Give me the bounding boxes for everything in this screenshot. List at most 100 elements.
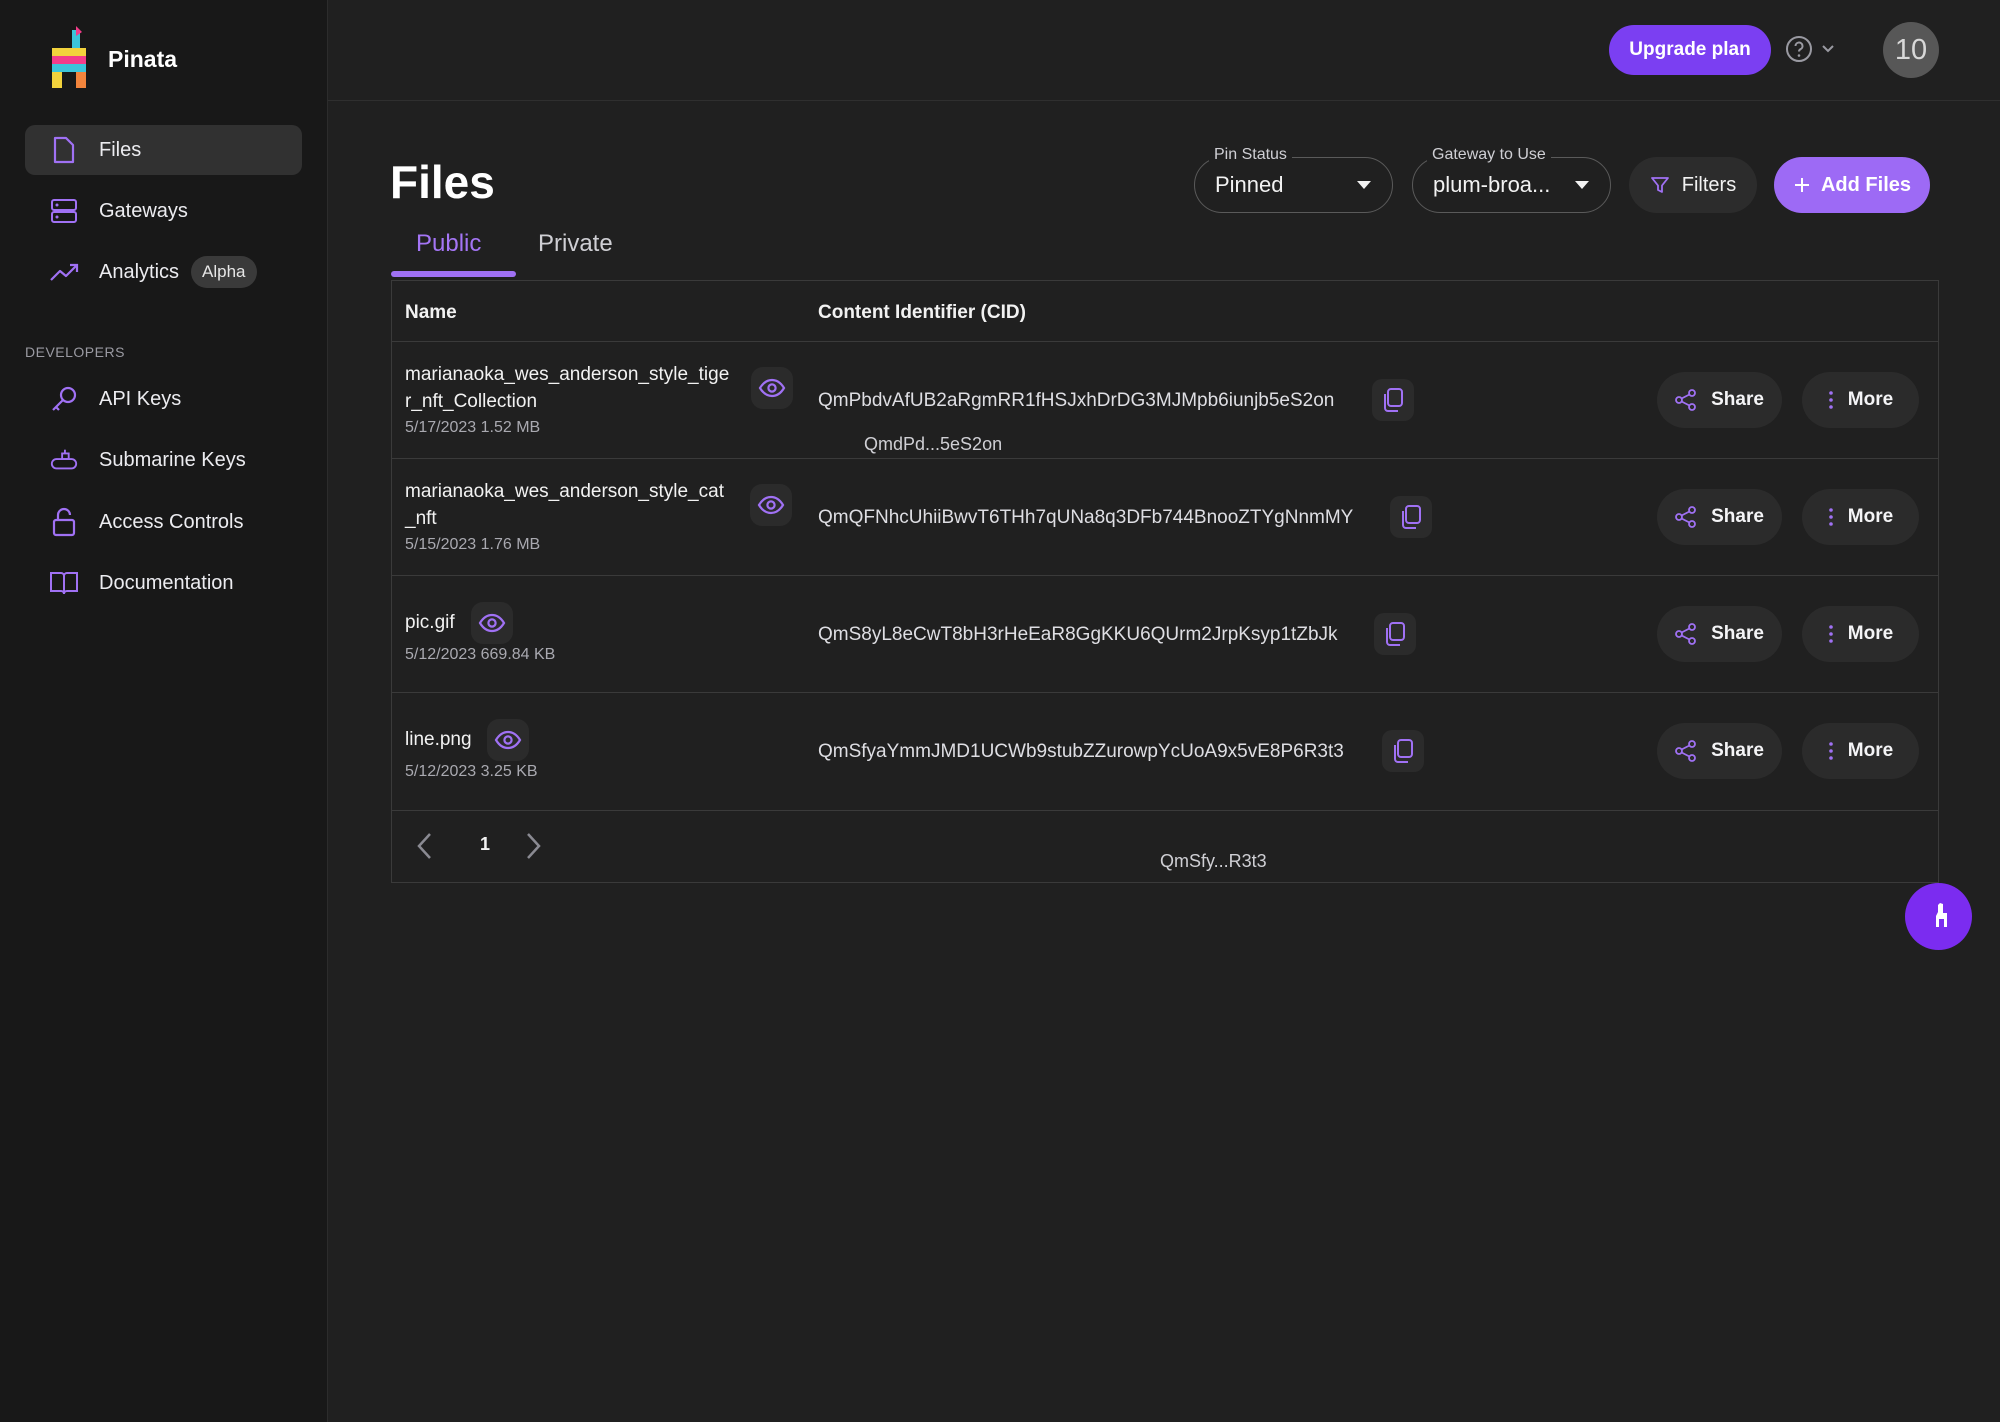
sidebar-item-api-keys[interactable]: API Keys	[25, 374, 302, 424]
sidebar-item-label: Analytics	[99, 260, 180, 283]
cid-tooltip: QmdPd...5eS2on	[864, 434, 1003, 454]
cid-value[interactable]: QmSfyaYmmJMD1UCWb9stubZZurowpYcUoA9x5vE8…	[818, 741, 1344, 763]
more-button[interactable]: More	[1802, 489, 1919, 545]
row-divider	[391, 341, 1939, 342]
current-page[interactable]: 1	[480, 834, 490, 855]
more-vertical-icon	[1828, 741, 1834, 761]
sidebar-item-documentation[interactable]: Documentation	[25, 558, 302, 608]
active-tab-indicator	[391, 271, 516, 277]
more-button[interactable]: More	[1802, 606, 1919, 662]
more-button[interactable]: More	[1802, 723, 1919, 779]
file-name-line1[interactable]: marianaoka_wes_anderson_style_cat	[405, 478, 724, 505]
help-chat-button[interactable]	[1905, 883, 1972, 950]
avatar[interactable]: 10	[1883, 22, 1939, 78]
copy-cid-button[interactable]	[1372, 379, 1414, 421]
file-meta: 5/12/2023 669.84 KB	[405, 646, 556, 663]
copy-icon	[1392, 738, 1414, 764]
copy-icon	[1384, 621, 1406, 647]
file-name[interactable]: pic.gif	[405, 609, 455, 636]
chevron-down-icon	[1821, 44, 1835, 54]
trend-icon	[49, 257, 79, 287]
sidebar-item-submarine-keys[interactable]: Submarine Keys	[25, 435, 302, 485]
brand-name: Pinata	[108, 45, 178, 72]
pin-status-label: Pin Status	[1209, 146, 1292, 164]
submarine-icon	[49, 445, 79, 475]
help-menu[interactable]	[1785, 35, 1835, 63]
more-vertical-icon	[1828, 390, 1834, 410]
share-label: Share	[1711, 623, 1764, 644]
share-icon	[1675, 740, 1697, 762]
share-button[interactable]: Share	[1657, 606, 1782, 662]
copy-icon	[1400, 504, 1422, 530]
tab-public[interactable]: Public	[416, 230, 481, 258]
column-header-cid: Content Identifier (CID)	[818, 302, 1026, 323]
sidebar-item-gateways[interactable]: Gateways	[25, 186, 302, 236]
alpha-badge: Alpha	[191, 256, 257, 288]
copy-cid-button[interactable]	[1382, 730, 1424, 772]
eye-icon	[494, 730, 522, 750]
sidebar-item-label: Documentation	[99, 571, 234, 594]
file-name-line1[interactable]: marianaoka_wes_anderson_style_tige	[405, 361, 729, 388]
sidebar-item-files[interactable]: Files	[25, 125, 302, 175]
pin-status-select[interactable]: Pin Status Pinned	[1194, 146, 1393, 213]
more-vertical-icon	[1828, 507, 1834, 527]
more-label: More	[1847, 623, 1894, 644]
llama-icon	[1926, 900, 1952, 934]
file-meta: 5/15/2023 1.76 MB	[405, 536, 541, 553]
caret-down-icon	[1574, 180, 1590, 190]
row-divider	[391, 575, 1939, 576]
preview-button[interactable]	[750, 484, 792, 526]
chevron-left-icon	[414, 830, 436, 862]
file-name[interactable]: line.png	[405, 726, 472, 753]
share-icon	[1675, 623, 1697, 645]
key-icon	[49, 384, 79, 414]
gateway-select[interactable]: Gateway to Use plum-broa...	[1412, 146, 1611, 213]
more-button[interactable]: More	[1802, 372, 1919, 428]
lock-icon	[49, 507, 79, 537]
cid-value[interactable]: QmS8yL8eCwT8bH3rHeEaR8GgKKU6QUrm2JrpKsyp…	[818, 624, 1338, 646]
share-button[interactable]: Share	[1657, 372, 1782, 428]
chevron-right-icon	[522, 830, 544, 862]
share-button[interactable]: Share	[1657, 723, 1782, 779]
developers-section-label: DEVELOPERS	[25, 344, 125, 360]
sidebar-item-label: Access Controls	[99, 510, 244, 533]
previous-page-button[interactable]	[414, 830, 436, 862]
row-divider	[391, 458, 1939, 459]
filters-label: Filters	[1681, 173, 1737, 196]
copy-cid-button[interactable]	[1390, 496, 1432, 538]
cid-tooltip: QmSfy...R3t3	[1160, 851, 1267, 871]
file-name-line2[interactable]: r_nft_Collection	[405, 388, 537, 415]
more-label: More	[1847, 389, 1894, 410]
upgrade-plan-button[interactable]: Upgrade plan	[1609, 25, 1771, 75]
preview-button[interactable]	[487, 719, 529, 761]
pinata-logo-icon	[46, 26, 94, 92]
sidebar-item-analytics[interactable]: Analytics Alpha	[25, 247, 302, 297]
sidebar-item-label: Submarine Keys	[99, 448, 246, 471]
file-name-line2[interactable]: _nft	[405, 505, 437, 532]
add-files-label: Add Files	[1820, 173, 1911, 196]
page-title: Files	[390, 156, 495, 208]
sidebar-item-label: Files	[99, 138, 142, 161]
gateway-label: Gateway to Use	[1427, 146, 1551, 164]
copy-icon	[1382, 387, 1404, 413]
help-icon	[1785, 35, 1813, 63]
more-vertical-icon	[1828, 624, 1834, 644]
preview-button[interactable]	[471, 602, 513, 644]
column-header-name: Name	[405, 302, 457, 323]
filters-button[interactable]: Filters	[1629, 157, 1757, 213]
sidebar: Pinata Files Gateways Analytics Alpha DE…	[0, 0, 328, 1422]
share-button[interactable]: Share	[1657, 489, 1782, 545]
gateway-value: plum-broa...	[1433, 172, 1551, 197]
copy-cid-button[interactable]	[1374, 613, 1416, 655]
sidebar-item-access-controls[interactable]: Access Controls	[25, 497, 302, 547]
row-divider	[391, 692, 1939, 693]
preview-button[interactable]	[751, 367, 793, 409]
cid-value[interactable]: QmPbdvAfUB2aRgmRR1fHSJxhDrDG3MJMpb6iunjb…	[818, 390, 1334, 412]
cid-value[interactable]: QmQFNhcUhiiBwvT6THh7qUNa8q3DFb744BnooZTY…	[818, 507, 1353, 529]
sidebar-item-label: API Keys	[99, 387, 182, 410]
add-files-button[interactable]: Add Files	[1774, 157, 1930, 213]
next-page-button[interactable]	[522, 830, 544, 862]
brand[interactable]: Pinata	[46, 26, 177, 92]
tab-private[interactable]: Private	[538, 230, 613, 258]
filter-icon	[1650, 175, 1670, 195]
